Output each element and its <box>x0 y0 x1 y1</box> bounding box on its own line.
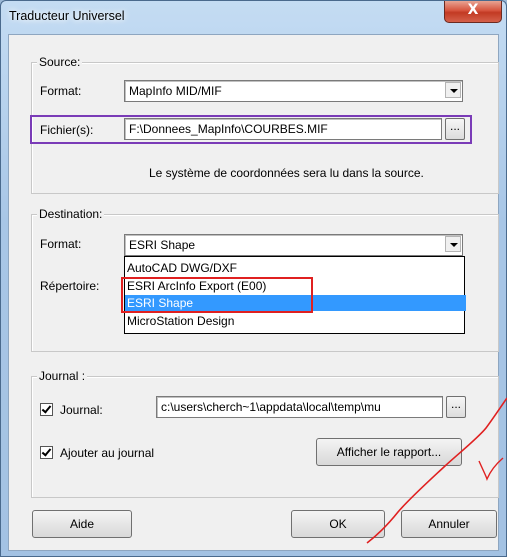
show-report-button[interactable]: Afficher le rapport... <box>316 438 462 466</box>
journal-legend: Journal : <box>37 369 88 383</box>
source-legend: Source: <box>37 55 83 69</box>
source-format-label: Format: <box>40 84 82 98</box>
source-format-select[interactable]: MapInfo MID/MIF <box>124 80 463 102</box>
window-title: Traducteur Universel <box>9 9 125 23</box>
dropdown-option-microstation[interactable]: MicroStation Design <box>125 313 466 329</box>
source-format-value: MapInfo MID/MIF <box>129 84 222 98</box>
journal-checkbox-label: Journal: <box>60 403 103 417</box>
append-journal-checkbox[interactable] <box>40 446 53 459</box>
append-journal-label: Ajouter au journal <box>60 446 155 460</box>
journal-checkbox[interactable] <box>40 403 53 416</box>
destination-format-label: Format: <box>40 237 82 251</box>
annotation-purple-box <box>30 115 472 144</box>
close-button[interactable]: X <box>444 1 502 23</box>
chevron-down-icon[interactable] <box>445 82 461 98</box>
title-bar[interactable]: Traducteur Universel X <box>1 1 506 35</box>
destination-directory-label: Répertoire: <box>40 279 100 293</box>
source-info-text: Le système de coordonnées sera lu dans l… <box>149 166 424 180</box>
journal-path-input[interactable]: c:\users\cherch~1\appdata\local\temp\mu <box>156 396 443 418</box>
cancel-button[interactable]: Annuler <box>401 510 497 538</box>
journal-group: Journal : <box>31 369 499 498</box>
annotation-red-box <box>121 277 313 313</box>
ok-button[interactable]: OK <box>291 510 385 538</box>
chevron-down-icon[interactable] <box>445 236 461 252</box>
destination-legend: Destination: <box>37 207 105 221</box>
destination-format-value: ESRI Shape <box>129 238 196 252</box>
dropdown-option-autocad[interactable]: AutoCAD DWG/DXF <box>125 260 466 276</box>
destination-format-select[interactable]: ESRI Shape <box>124 234 463 256</box>
journal-browse-button[interactable]: ... <box>446 396 466 418</box>
help-button[interactable]: Aide <box>32 510 132 538</box>
journal-path-value: c:\users\cherch~1\appdata\local\temp\mu <box>161 400 381 414</box>
